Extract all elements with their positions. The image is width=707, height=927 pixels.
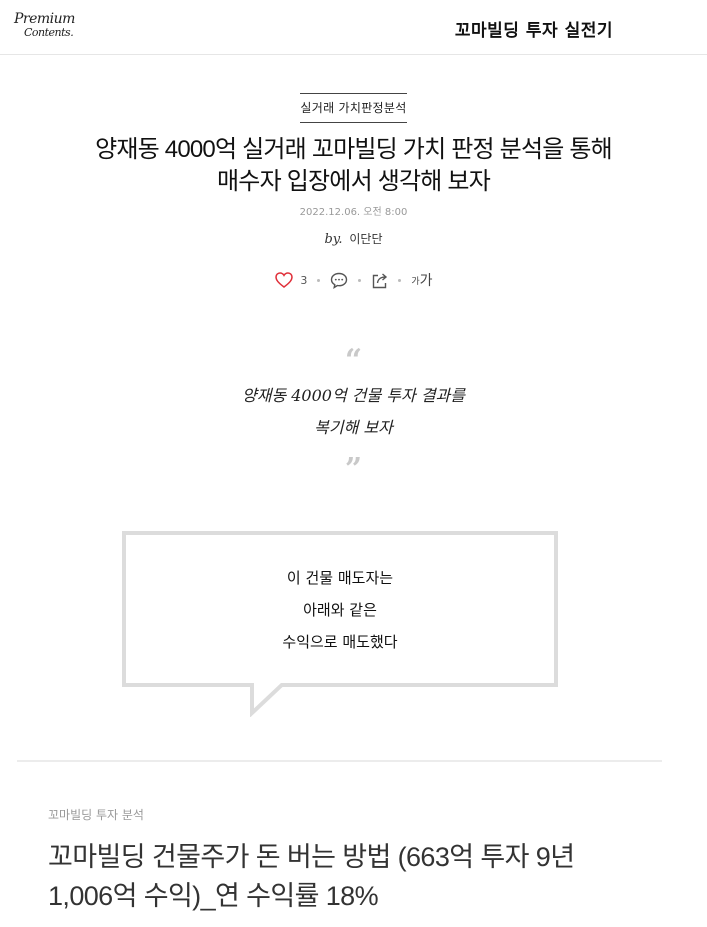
article-title-line-1: 양재동 4000억 실거래 꼬마빌딩 가치 판정 분석을 통해 — [95, 136, 613, 163]
separator-dot — [317, 278, 321, 282]
article-title-line-2: 매수자 입장에서 생각해 보자 — [217, 168, 491, 195]
font-size-button[interactable]: 가가 — [411, 270, 432, 290]
separator-dot — [398, 278, 402, 282]
open-quote-mark: “ — [344, 343, 363, 378]
byline: by. 이단단 — [0, 230, 707, 247]
share-icon — [372, 272, 387, 288]
speech-bubble-line-3: 수익으로 매도했다 — [282, 633, 398, 651]
speech-bubble-line-2: 아래와 같은 — [303, 601, 377, 619]
article-category[interactable]: 실거래 가치판정분석 — [300, 93, 407, 123]
speech-bubble: 이 건물 매도자는 아래와 같은 수익으로 매도했다 — [122, 531, 558, 687]
share-button[interactable] — [371, 272, 389, 289]
logo-line-2: Contents. — [24, 26, 74, 39]
logo-line-1: Premium — [14, 11, 75, 27]
section-divider — [17, 760, 662, 762]
article-actions: 3 가가 — [0, 270, 707, 290]
series-title[interactable]: 꼬마빌딩 투자 실전기 — [455, 16, 613, 41]
author-name[interactable]: 이단단 — [349, 232, 382, 246]
comment-icon — [330, 272, 348, 289]
close-quote-mark: ” — [344, 452, 363, 487]
comment-button[interactable] — [330, 272, 348, 289]
font-size-small-glyph: 가 — [411, 277, 420, 287]
like-button[interactable]: 3 — [274, 272, 308, 288]
like-count: 3 — [300, 273, 308, 287]
publish-date: 2022.12.06. 오전 8:00 — [299, 207, 408, 218]
pull-quote-line-1: 양재동 4000억 건물 투자 결과를 — [242, 386, 465, 405]
recommended-article-link[interactable]: 꼬마빌딩 건물주가 돈 버는 방법 (663억 투자 9년 1,006억 수익)… — [48, 838, 668, 916]
recommended-title-line-2: 1,006억 수익)_연 수익률 18% — [48, 881, 379, 911]
speech-bubble-text: 이 건물 매도자는 아래와 같은 수익으로 매도했다 — [126, 562, 554, 658]
pull-quote: 양재동 4000억 건물 투자 결과를 복기해 보자 — [0, 380, 707, 444]
recommended-title-line-1: 꼬마빌딩 건물주가 돈 버는 방법 (663억 투자 9년 — [48, 842, 575, 872]
recommended-category[interactable]: 꼬마빌딩 투자 분석 — [48, 806, 144, 823]
heart-icon — [274, 272, 293, 288]
byline-prefix: by. — [324, 232, 343, 247]
top-bar: Premium Contents. 꼬마빌딩 투자 실전기 — [0, 0, 707, 55]
category-wrapper: 실거래 가치판정분석 — [0, 93, 707, 123]
premium-contents-logo[interactable]: Premium Contents. — [14, 10, 75, 44]
speech-bubble-line-1: 이 건물 매도자는 — [286, 569, 394, 587]
pull-quote-line-2: 복기해 보자 — [314, 418, 393, 437]
speech-bubble-tail — [250, 683, 287, 717]
article-title: 양재동 4000억 실거래 꼬마빌딩 가치 판정 분석을 통해 매수자 입장에서… — [0, 134, 707, 198]
font-size-large-glyph: 가 — [419, 273, 433, 289]
separator-dot — [357, 278, 361, 282]
